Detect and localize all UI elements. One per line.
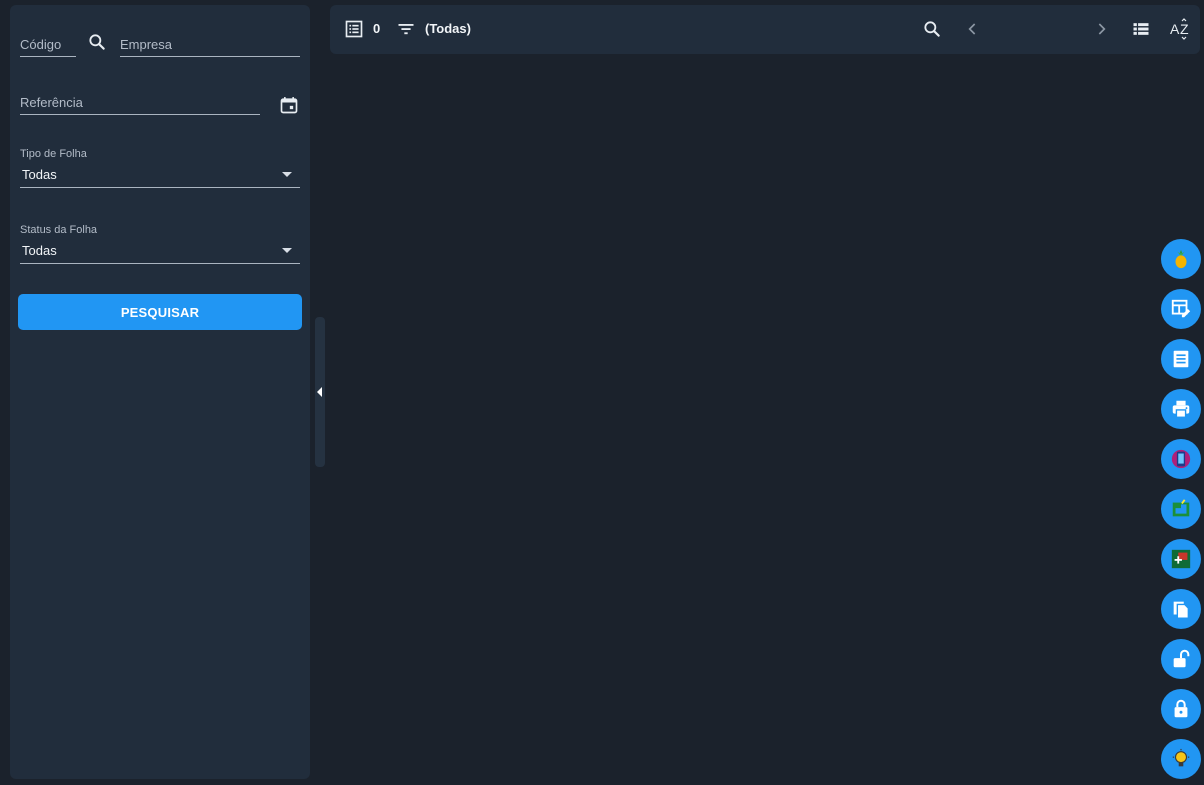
filter-panel: Código Empresa Referência Tipo de Folha … (10, 5, 310, 779)
status-folha-underline (20, 263, 300, 264)
codigo-placeholder: Código (20, 37, 62, 52)
dropdown-arrow-icon (282, 172, 292, 177)
fab-import[interactable] (1161, 489, 1201, 529)
pesquisar-button[interactable]: PESQUISAR (18, 294, 302, 330)
lightbulb-icon (1172, 748, 1190, 767)
codigo-underline (20, 56, 76, 57)
add-window-icon (1171, 549, 1191, 569)
svg-text:A: A (1170, 21, 1180, 37)
fab-device[interactable] (1161, 439, 1201, 479)
record-count: 0 (373, 21, 381, 36)
search-icon[interactable] (85, 30, 109, 54)
import-icon (1172, 499, 1190, 517)
status-folha-select[interactable]: Status da Folha Todas (20, 224, 300, 264)
receipt-icon (1173, 350, 1189, 368)
dropdown-arrow-icon (282, 248, 292, 253)
fab-copy[interactable] (1161, 589, 1201, 629)
panel-collapse-handle[interactable] (315, 317, 325, 467)
calendar-icon[interactable] (277, 93, 301, 117)
copy-icon (1173, 601, 1190, 619)
sort-az-icon[interactable]: AZ (1168, 17, 1194, 41)
list-icon[interactable] (342, 17, 366, 41)
fab-lightbulb[interactable] (1161, 739, 1201, 779)
fab-pineapple[interactable] (1161, 239, 1201, 279)
referencia-field[interactable]: Referência (20, 88, 260, 115)
empresa-field[interactable]: Empresa (120, 30, 300, 57)
tipo-folha-value: Todas (22, 167, 57, 182)
pineapple-icon (1175, 249, 1187, 269)
collapse-arrow-icon (317, 387, 322, 397)
chevron-right-icon[interactable] (1089, 17, 1113, 41)
fab-unlock[interactable] (1161, 639, 1201, 679)
tipo-folha-label: Tipo de Folha (20, 148, 87, 160)
unlock-icon (1173, 649, 1190, 668)
tipo-folha-select[interactable]: Tipo de Folha Todas (20, 148, 300, 188)
referencia-underline (20, 114, 260, 115)
fab-lock[interactable] (1161, 689, 1201, 729)
active-filter-label: (Todas) (425, 21, 471, 36)
fab-table-edit[interactable] (1161, 289, 1201, 329)
referencia-placeholder: Referência (20, 95, 83, 110)
print-icon (1172, 400, 1190, 418)
codigo-field[interactable]: Código (20, 30, 76, 57)
tipo-folha-underline (20, 187, 300, 188)
app-root: Código Empresa Referência Tipo de Folha … (0, 0, 1204, 785)
svg-text:Z: Z (1180, 21, 1189, 37)
search-icon[interactable] (920, 17, 944, 41)
filter-icon[interactable] (394, 17, 418, 41)
lock-icon (1174, 699, 1188, 718)
fab-print[interactable] (1161, 389, 1201, 429)
chevron-left-icon[interactable] (961, 17, 985, 41)
fab-receipt[interactable] (1161, 339, 1201, 379)
empresa-placeholder: Empresa (120, 37, 173, 52)
empresa-underline (120, 56, 300, 57)
status-folha-value: Todas (22, 243, 57, 258)
status-folha-label: Status da Folha (20, 224, 98, 236)
fab-add-window[interactable] (1161, 539, 1201, 579)
top-toolbar: 0 (Todas) AZ (330, 5, 1200, 54)
view-list-icon[interactable] (1129, 17, 1153, 41)
device-icon (1171, 449, 1191, 469)
table-edit-icon (1171, 299, 1191, 318)
